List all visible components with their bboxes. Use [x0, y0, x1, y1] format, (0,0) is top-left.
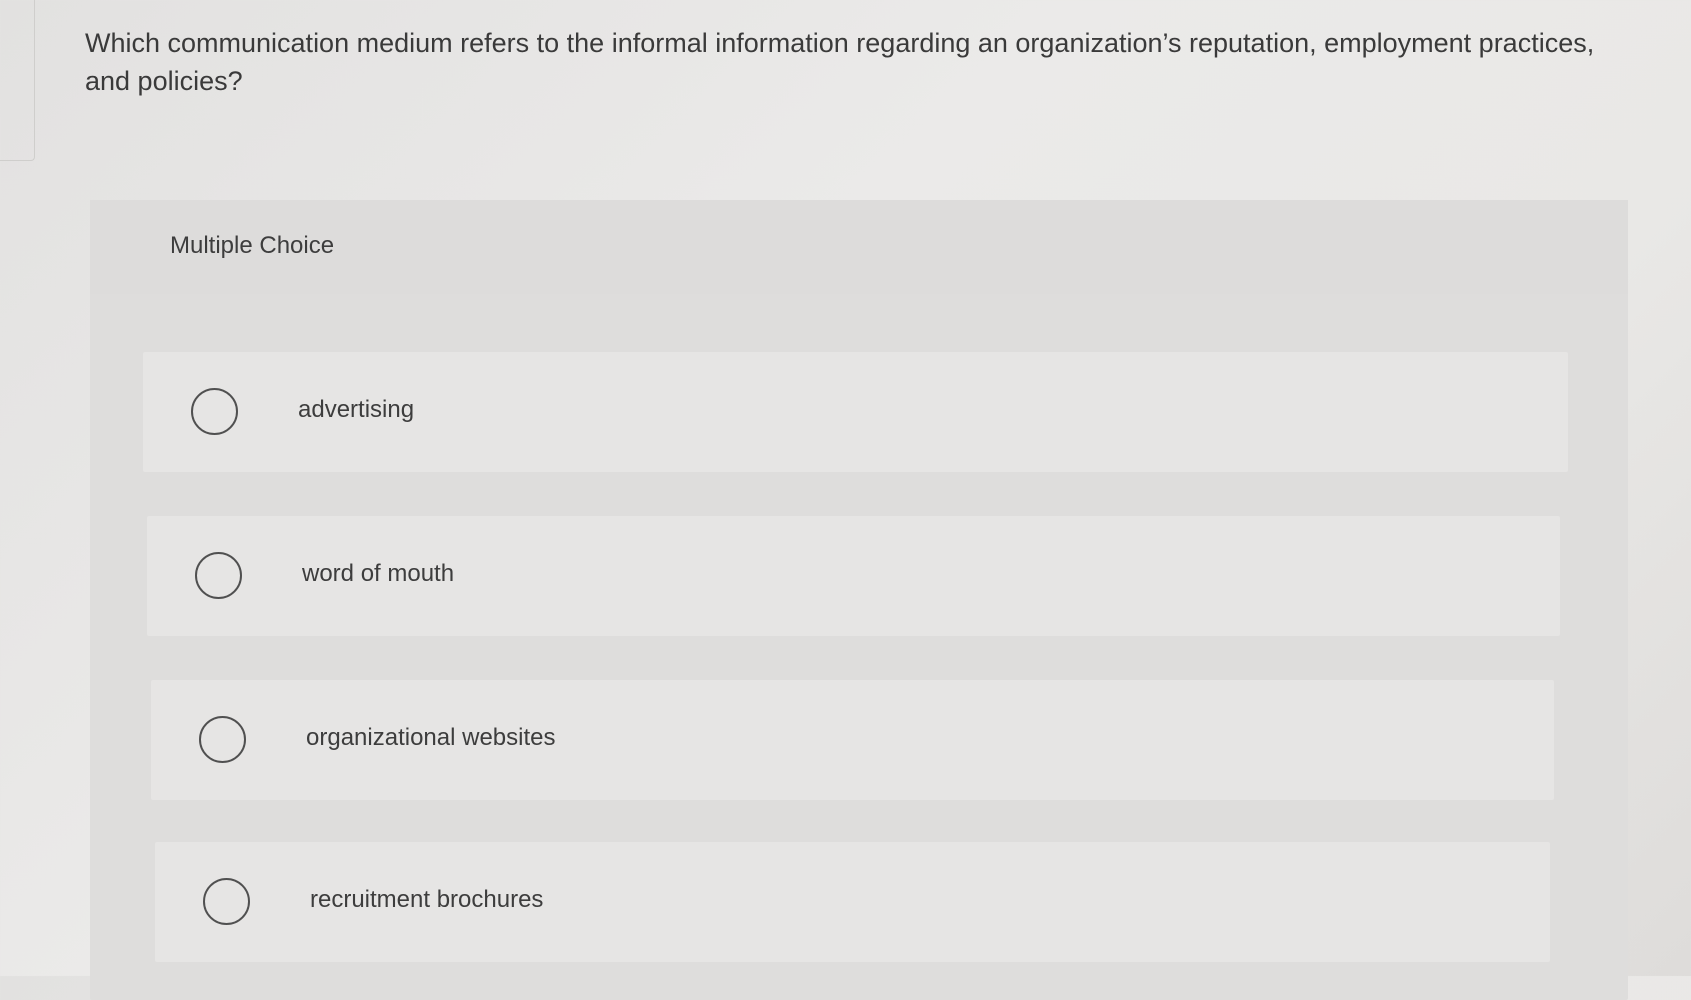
radio-button-icon[interactable] [195, 552, 242, 599]
choice-option-3[interactable]: organizational websites [151, 680, 1554, 800]
choice-option-4[interactable]: recruitment brochures [155, 842, 1550, 962]
choice-label: recruitment brochures [310, 886, 544, 913]
multiple-choice-label: Multiple Choice [170, 232, 335, 259]
sidebar-edge [0, 0, 35, 161]
question-text: Which communication medium refers to the… [85, 28, 1595, 96]
radio-button-icon[interactable] [191, 388, 238, 435]
choice-label: advertising [298, 396, 415, 423]
radio-button-icon[interactable] [199, 716, 246, 763]
choice-label: word of mouth [302, 560, 455, 587]
choice-option-2[interactable]: word of mouth [147, 516, 1560, 636]
multiple-choice-header: Multiple Choice [90, 200, 1628, 294]
choice-label: organizational websites [306, 724, 556, 751]
choice-option-1[interactable]: advertising [143, 352, 1568, 472]
radio-button-icon[interactable] [203, 878, 250, 925]
